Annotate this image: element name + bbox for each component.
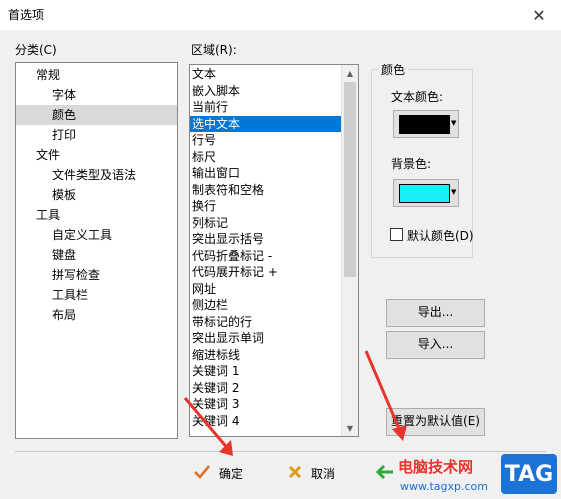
area-item[interactable]: 突出显示单词 xyxy=(190,330,341,347)
area-item[interactable]: 文本 xyxy=(190,66,341,83)
chevron-down-icon: ▼ xyxy=(451,119,457,127)
area-item[interactable]: 制表符和空格 xyxy=(190,182,341,199)
watermark: 电脑技术网 www.tagxp.com TAG xyxy=(398,452,561,499)
close-icon: ✕ xyxy=(532,5,546,25)
default-color-checkbox[interactable] xyxy=(390,228,403,241)
area-item[interactable]: 嵌入脚本 xyxy=(190,83,341,100)
category-item[interactable]: 字体 xyxy=(16,85,177,105)
category-item[interactable]: 颜色 xyxy=(16,105,177,125)
area-item[interactable]: 列标记 xyxy=(190,215,341,232)
category-item[interactable]: 文件类型及语法 xyxy=(16,165,177,185)
watermark-url: www.tagxp.com xyxy=(400,480,488,493)
category-item[interactable]: 打印 xyxy=(16,125,177,145)
area-item[interactable]: 代码展开标记 + xyxy=(190,264,341,281)
category-item[interactable]: 文件 xyxy=(16,145,177,165)
area-item[interactable]: 侧边栏 xyxy=(190,297,341,314)
text-color-swatch xyxy=(399,115,450,134)
bg-color-label: 背景色: xyxy=(391,157,432,171)
area-item[interactable]: 网址 xyxy=(190,281,341,298)
window-title: 首选项 xyxy=(8,8,45,22)
area-item[interactable]: 换行 xyxy=(190,198,341,215)
area-item[interactable]: 带标记的行 xyxy=(190,314,341,331)
arrow-left-icon xyxy=(375,464,394,482)
area-item[interactable]: 标尺 xyxy=(190,149,341,166)
bg-color-swatch xyxy=(399,184,450,203)
category-item[interactable]: 常规 xyxy=(16,65,177,85)
category-tree[interactable]: 常规 字体 颜色 打印 文件 文件类型及语法 模板 工具 自定义工具 键盘 拼写检查 工具栏 布局 xyxy=(15,62,178,439)
area-item[interactable]: 选中文本 xyxy=(190,115,341,132)
default-color-label[interactable]: 默认颜色(D) xyxy=(407,227,474,244)
area-item[interactable]: 行号 xyxy=(190,132,341,149)
category-item[interactable]: 工具 xyxy=(16,205,177,225)
category-item[interactable]: 模板 xyxy=(16,185,177,205)
category-item[interactable]: 布局 xyxy=(16,305,177,325)
watermark-tag-logo: TAG xyxy=(501,454,557,494)
annotation-arrow-icon xyxy=(364,350,407,441)
cancel-button[interactable]: 取消 xyxy=(287,460,335,486)
category-item[interactable]: 工具栏 xyxy=(16,285,177,305)
scroll-thumb[interactable] xyxy=(344,82,356,277)
area-item[interactable]: 代码折叠标记 - xyxy=(190,248,341,265)
watermark-site-name: 电脑技术网 xyxy=(398,458,474,476)
area-label: 区域(R): xyxy=(191,43,237,57)
annotation-arrow-icon xyxy=(183,397,233,456)
title-bar: 首选项 ✕ xyxy=(0,0,561,30)
text-color-label: 文本颜色: xyxy=(391,90,444,104)
text-color-picker[interactable]: ▼ xyxy=(393,110,459,138)
cancel-icon xyxy=(287,464,303,483)
scroll-up-icon[interactable]: ▲ xyxy=(342,65,358,81)
area-scrollbar[interactable]: ▲ ▼ xyxy=(341,65,358,436)
export-button[interactable]: 导出... xyxy=(386,299,485,327)
area-item[interactable]: 突出显示括号 xyxy=(190,231,341,248)
category-label: 分类(C) xyxy=(15,43,57,57)
area-item[interactable]: 当前行 xyxy=(190,99,341,116)
category-item[interactable]: 自定义工具 xyxy=(16,225,177,245)
category-item[interactable]: 键盘 xyxy=(16,245,177,265)
area-list-box[interactable]: 文本 嵌入脚本 当前行 选中文本 行号 标尺 输出窗口 制表符和空格 换行 列标记 突出显示括号 代码… xyxy=(189,64,359,437)
back-button[interactable] xyxy=(375,460,394,486)
chevron-down-icon: ▼ xyxy=(451,188,457,196)
area-list[interactable]: 文本 嵌入脚本 当前行 选中文本 行号 标尺 输出窗口 制表符和空格 换行 列标记 突出显示括号 代码… xyxy=(190,66,341,429)
area-item[interactable]: 关键词 1 xyxy=(190,363,341,380)
cancel-label: 取消 xyxy=(311,466,336,481)
close-button[interactable]: ✕ xyxy=(517,0,561,30)
category-item[interactable]: 拼写检查 xyxy=(16,265,177,285)
area-item[interactable]: 输出窗口 xyxy=(190,165,341,182)
color-group-label: 颜色 xyxy=(378,61,409,78)
area-item[interactable]: 缩进标线 xyxy=(190,347,341,364)
bg-color-picker[interactable]: ▼ xyxy=(393,179,459,207)
scroll-down-icon[interactable]: ▼ xyxy=(342,420,358,436)
